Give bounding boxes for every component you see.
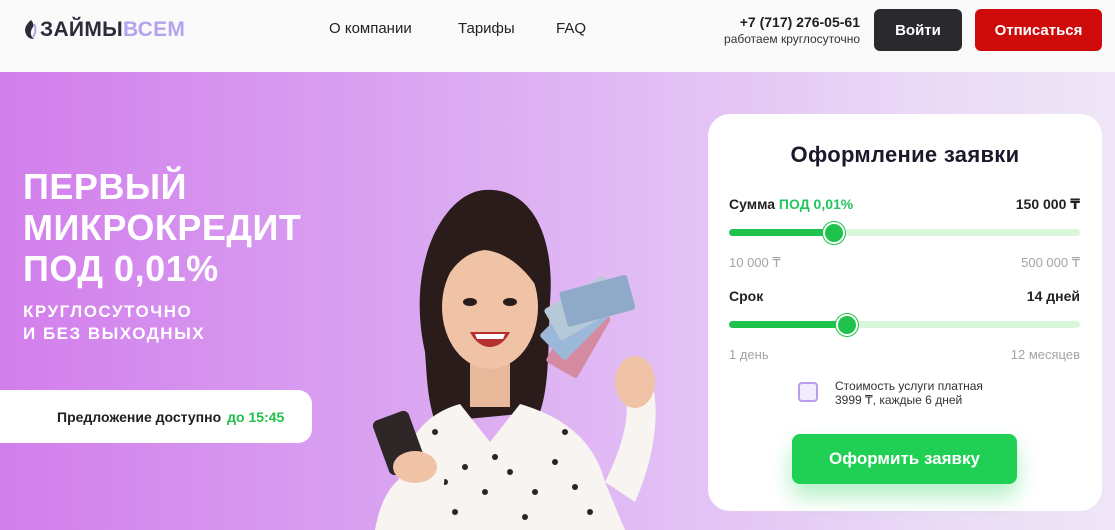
service-fee-text: Стоимость услуги платная 3999 ₸, каждые … xyxy=(835,379,1055,407)
phone-note: работаем круглосуточно xyxy=(724,32,860,46)
hero-title-line3: ПОД 0,01% xyxy=(23,248,219,289)
amount-rate: ПОД 0,01% xyxy=(778,196,854,212)
service-fee-checkbox[interactable] xyxy=(798,382,818,402)
amount-slider-fill xyxy=(729,229,835,236)
submit-application-button[interactable]: Оформить заявку xyxy=(792,434,1017,484)
term-slider[interactable] xyxy=(729,314,1080,336)
application-form: Оформление заявки Сумма ПОД 0,01% 150 00… xyxy=(708,114,1102,511)
logo[interactable]: ЗАЙМЫ ВСЕМ xyxy=(22,18,185,42)
logo-icon xyxy=(25,20,37,39)
amount-max: 500 000 ₸ xyxy=(1021,255,1080,270)
offer-text: Предложение доступно xyxy=(57,408,222,425)
unsubscribe-button[interactable]: Отписаться xyxy=(975,9,1102,51)
offer-time: до 15:45 xyxy=(227,408,285,425)
amount-label: Сумма xyxy=(729,196,776,212)
hero-section: ПЕРВЫЙ МИКРОКРЕДИТ ПОД 0,01% КРУГЛОСУТОЧ… xyxy=(0,72,1115,530)
nav-tariffs[interactable]: Тарифы xyxy=(458,20,515,37)
nav-about[interactable]: О компании xyxy=(329,20,412,37)
term-label: Срок xyxy=(729,288,764,304)
term-value: 14 дней xyxy=(1026,288,1080,304)
amount-min: 10 000 ₸ xyxy=(729,255,781,270)
offer-badge: Предложение доступно до 15:45 xyxy=(0,390,312,443)
nav-faq[interactable]: FAQ xyxy=(556,20,586,37)
phone-block: +7 (717) 276-05-61 работаем круглосуточн… xyxy=(700,14,860,46)
service-fee-line2: 3999 ₸, каждые 6 дней xyxy=(835,393,963,407)
logo-text-primary: ЗАЙМЫ xyxy=(40,18,123,41)
term-max: 12 месяцев xyxy=(1010,347,1080,362)
form-title: Оформление заявки xyxy=(790,142,1020,167)
login-button[interactable]: Войти xyxy=(874,9,962,51)
service-fee-line1: Стоимость услуги платная xyxy=(835,379,983,393)
term-slider-fill xyxy=(729,321,847,328)
amount-label-row: Сумма ПОД 0,01% xyxy=(729,196,853,212)
term-min: 1 день xyxy=(729,347,769,362)
hero-title: ПЕРВЫЙ МИКРОКРЕДИТ ПОД 0,01% xyxy=(23,166,301,289)
term-slider-thumb[interactable] xyxy=(835,314,858,336)
amount-slider[interactable] xyxy=(729,222,1080,244)
amount-slider-thumb[interactable] xyxy=(823,222,846,244)
amount-value: 150 000 ₸ xyxy=(1015,196,1080,212)
header: ЗАЙМЫ ВСЕМ О компании Тарифы FAQ +7 (717)… xyxy=(0,0,1115,72)
hero-title-line1: ПЕРВЫЙ xyxy=(23,166,188,207)
hero-subtitle: КРУГЛОСУТОЧНО И БЕЗ ВЫХОДНЫХ xyxy=(23,301,205,345)
phone-number[interactable]: +7 (717) 276-05-61 xyxy=(700,14,860,30)
logo-text-secondary: ВСЕМ xyxy=(122,18,186,41)
hero-subtitle-line2: И БЕЗ ВЫХОДНЫХ xyxy=(23,324,206,343)
hero-subtitle-line1: КРУГЛОСУТОЧНО xyxy=(23,302,193,321)
woman-with-money-photo xyxy=(372,189,656,530)
hero-title-line2: МИКРОКРЕДИТ xyxy=(23,207,302,248)
